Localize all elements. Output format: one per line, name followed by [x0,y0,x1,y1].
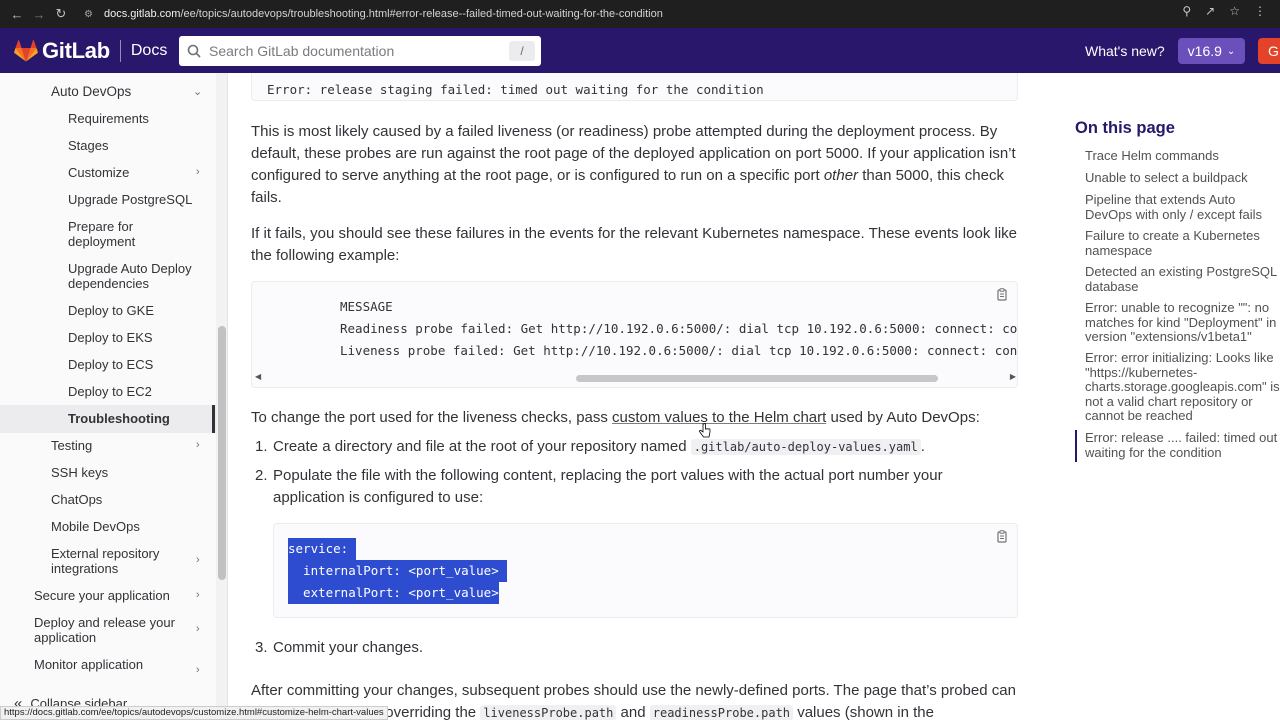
header-divider [119,39,121,62]
version-label: v16.9 [1187,43,1222,59]
toc-item-unable-recognize[interactable]: Error: unable to recognize "": no matche… [1085,300,1280,345]
code-line-selected: internalPort: <port_value> [288,560,507,582]
get-free-trial-button[interactable]: G [1258,38,1280,64]
code-horizontal-scrollbar[interactable]: ◀ ▶ [252,371,1017,385]
sidebar-item-upgrade-auto-deploy[interactable]: Upgrade Auto Deploy dependencies [68,261,208,291]
back-icon[interactable]: ← [8,5,26,23]
forward-icon[interactable]: → [30,5,48,23]
sidebar-scrollbar[interactable] [218,326,226,580]
active-item-indicator [212,405,215,433]
reload-icon[interactable]: ↻ [52,5,70,23]
search-box[interactable]: / [179,36,541,66]
sidebar-item-deploy-ecs[interactable]: Deploy to ECS [68,357,153,372]
chevron-down-icon: ⌄ [1226,45,1236,57]
scroll-left-icon[interactable]: ◀ [255,372,261,381]
sidebar-item-requirements[interactable]: Requirements [68,111,149,126]
chevron-right-icon[interactable]: › [196,166,206,178]
code-line: Liveness probe failed: Get http://10.192… [340,343,1018,358]
share-icon[interactable]: ↗ [1205,4,1215,18]
chevron-right-icon[interactable]: › [196,439,206,451]
gitlab-tanuki-icon [14,39,38,61]
hand-cursor-icon [699,423,711,438]
sidebar-item-mobile-devops[interactable]: Mobile DevOps [51,519,140,534]
sidebar-item-auto-devops[interactable]: Auto DevOps [51,84,131,99]
sidebar-item-testing[interactable]: Testing [51,438,92,453]
code-line-selected: service: [288,538,357,560]
menu-dots-icon[interactable]: ⋮ [1254,4,1266,18]
search-input[interactable] [209,43,509,59]
search-icon [187,44,201,58]
zoom-icon[interactable]: ⚲ [1182,4,1191,18]
code-line-selected: externalPort: <port_value> [288,582,499,604]
file-path-code: .gitlab/auto-deploy-values.yaml [690,439,921,455]
step-2: 2. Populate the file with the following c… [255,467,943,506]
sidebar-item-secure[interactable]: Secure your application [34,588,170,603]
version-dropdown[interactable]: v16.9 ⌄ [1178,38,1245,64]
chevron-right-icon[interactable]: › [196,554,206,566]
sidebar-item-deploy-gke[interactable]: Deploy to GKE [68,303,154,318]
chevron-right-icon[interactable]: › [196,589,206,601]
code-line: MESSAGE [340,299,393,314]
sidebar-item-chatops[interactable]: ChatOps [51,492,102,507]
whats-new-link[interactable]: What's new? [1085,43,1165,59]
brand-name[interactable]: GitLab [42,38,110,64]
sidebar-item-stages[interactable]: Stages [68,138,108,153]
copy-icon[interactable] [995,288,1009,302]
code-block-yaml: service: internalPort: <port_value> exte… [273,523,1018,618]
docs-sidebar: Auto DevOps ⌄ Requirements Stages Custom… [0,73,228,720]
toc-item-trace-helm[interactable]: Trace Helm commands [1085,148,1280,164]
chevron-right-icon[interactable]: › [196,623,206,635]
sidebar-item-prepare-deployment[interactable]: Prepare for deployment [68,219,178,249]
chevron-up-icon[interactable]: ⌄ [193,85,203,98]
search-shortcut-hint: / [509,41,535,61]
toc-item-namespace[interactable]: Failure to create a Kubernetes namespace [1085,228,1280,258]
toc-item-error-initializing[interactable]: Error: error initializing: Looks like "h… [1085,350,1280,424]
copy-icon[interactable] [995,530,1009,544]
code-block-events: MESSAGE Readiness probe failed: Get http… [251,281,1018,388]
code-line: Readiness probe failed: Get http://10.19… [340,321,1018,336]
sidebar-item-external-repo[interactable]: External repository integrations [51,546,181,576]
toc-active-indicator [1075,430,1077,462]
code-line: Error: release staging failed: timed out… [267,82,764,97]
sidebar-item-monitor[interactable]: Monitor application [34,657,143,672]
sidebar-item-customize[interactable]: Customize [68,165,129,180]
sidebar-item-ssh-keys[interactable]: SSH keys [51,465,108,480]
docs-home-link[interactable]: Docs [131,42,167,60]
site-info-icon[interactable]: ⚙ [84,9,100,20]
bookmark-star-icon[interactable]: ☆ [1229,4,1240,18]
toc-item-buildpack[interactable]: Unable to select a buildpack [1085,170,1280,186]
address-bar[interactable]: ⚙ docs.gitlab.com/ee/topics/autodevops/t… [80,2,1268,26]
sidebar-item-deploy-ec2[interactable]: Deploy to EC2 [68,384,152,399]
toc-title: On this page [1075,119,1175,137]
address-bar-url[interactable]: docs.gitlab.com/ee/topics/autodevops/tro… [104,8,663,20]
browser-toolbar: ← → ↻ ⚙ docs.gitlab.com/ee/topics/autode… [0,0,1280,28]
sidebar-item-deploy-release[interactable]: Deploy and release your application [34,615,194,645]
gitlab-logo-link[interactable]: GitLab [14,38,110,64]
paragraph-liveness-cause: This is most likely caused by a failed l… [251,123,1016,206]
code-block-error: Error: release staging failed: timed out… [251,73,1018,101]
scroll-right-icon[interactable]: ▶ [1010,372,1016,381]
toc-item-release-failed[interactable]: Error: release .... failed: timed out wa… [1085,430,1280,460]
helm-chart-values-link[interactable]: custom values to the Helm chart [612,409,826,426]
sidebar-item-upgrade-postgresql[interactable]: Upgrade PostgreSQL [68,192,192,207]
code-scroll-thumb[interactable] [576,375,938,382]
paragraph-events: If it fails, you should see these failur… [251,225,1017,264]
toc-item-pipeline-extends[interactable]: Pipeline that extends Auto DevOps with o… [1085,192,1280,222]
toc-item-postgresql[interactable]: Detected an existing PostgreSQL database [1085,264,1280,294]
sidebar-item-troubleshooting[interactable]: Troubleshooting [68,411,170,426]
sidebar-item-deploy-eks[interactable]: Deploy to EKS [68,330,153,345]
chevron-right-icon[interactable]: › [196,664,206,676]
main-content: Error: release staging failed: timed out… [229,73,1059,720]
link-preview-statusbar: https://docs.gitlab.com/ee/topics/autode… [0,706,388,720]
on-this-page-toc: On this page Trace Helm commands Unable … [1059,73,1280,720]
step-1: 1. Create a directory and file at the roo… [255,438,925,455]
paragraph-change-port: To change the port used for the liveness… [251,409,980,426]
step-3: 3. Commit your changes. [255,639,424,656]
